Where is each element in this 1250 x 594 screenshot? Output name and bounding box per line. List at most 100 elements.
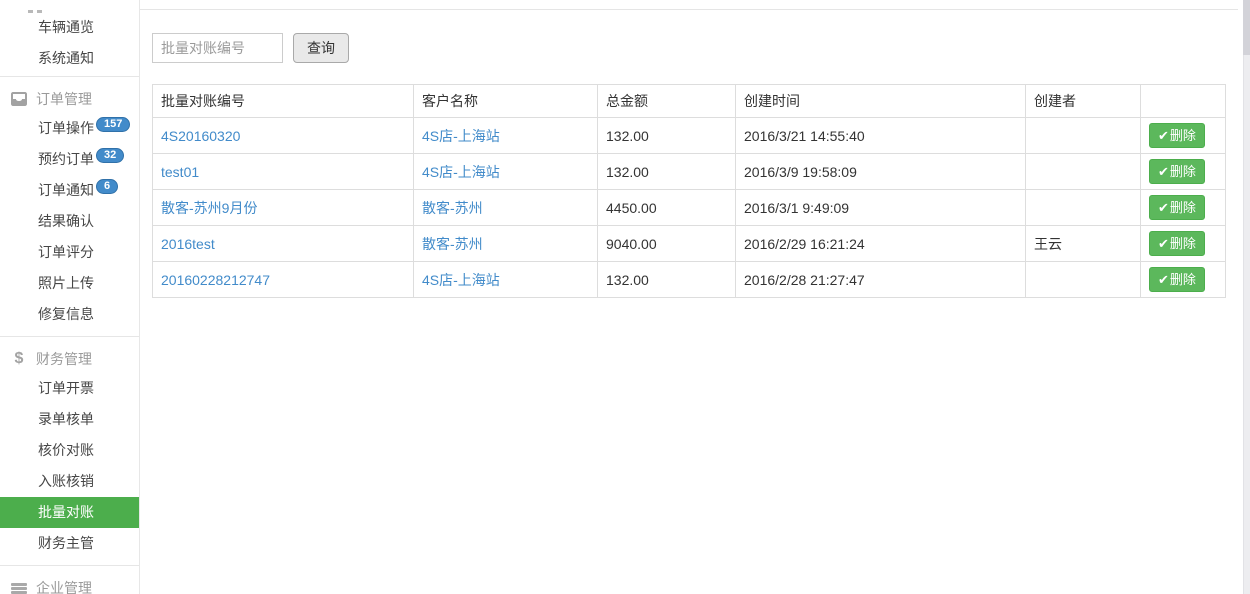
search-input[interactable]: [152, 33, 283, 63]
sidebar-item-order-score[interactable]: 订单评分: [0, 237, 139, 268]
created-cell: 2016/3/21 14:55:40: [736, 118, 1026, 154]
customer-link[interactable]: 4S店-上海站: [422, 164, 500, 180]
delete-button-label: 删除: [1170, 236, 1196, 251]
table-row: 4S20160320 4S店-上海站 132.00 2016/3/21 14:5…: [153, 118, 1226, 154]
sidebar-item-label: 录单核单: [38, 411, 94, 427]
sidebar-item-vehicle-overview[interactable]: 车辆通览: [0, 12, 139, 43]
col-header-amount: 总金额: [598, 85, 736, 118]
customer-link[interactable]: 散客-苏州: [422, 236, 483, 252]
amount-cell: 4450.00: [598, 190, 736, 226]
creator-cell: 王云: [1026, 226, 1141, 262]
table-row: 20160228212747 4S店-上海站 132.00 2016/2/28 …: [153, 262, 1226, 298]
sidebar-item-batch-reconcile-active[interactable]: 批量对账: [0, 497, 139, 528]
vertical-scrollbar[interactable]: [1243, 0, 1250, 594]
table-row: test01 4S店-上海站 132.00 2016/3/9 19:58:09 …: [153, 154, 1226, 190]
amount-cell: 132.00: [598, 262, 736, 298]
sidebar-item-label: 结果确认: [38, 213, 94, 229]
check-icon: ✔: [1158, 200, 1169, 215]
page: 车辆通览 系统通知 订单管理 订单操作157 预约订单32 订单通知6 结果确认…: [0, 0, 1250, 594]
sidebar-item-label: 预约订单: [38, 151, 94, 167]
count-badge: 157: [96, 117, 130, 132]
batch-code-link[interactable]: 散客-苏州9月份: [161, 200, 257, 216]
query-button[interactable]: 查询: [293, 33, 349, 63]
sidebar-divider: [0, 76, 139, 77]
batch-code-link[interactable]: 4S20160320: [161, 128, 240, 144]
amount-cell: 132.00: [598, 154, 736, 190]
creator-cell: [1026, 190, 1141, 226]
sidebar-item-price-reconcile[interactable]: 核价对账: [0, 435, 139, 466]
check-icon: ✔: [1158, 272, 1169, 287]
count-badge: 32: [96, 148, 124, 163]
col-header-creator: 创建者: [1026, 85, 1141, 118]
dollar-icon: $: [10, 350, 28, 368]
sidebar-item-order-notice[interactable]: 订单通知6: [0, 175, 139, 206]
count-badge: 6: [96, 179, 118, 194]
sidebar-section-label: 企业管理: [36, 578, 92, 594]
created-cell: 2016/3/9 19:58:09: [736, 154, 1026, 190]
delete-button-label: 删除: [1170, 128, 1196, 143]
sidebar-item-label: 入账核销: [38, 473, 94, 489]
sidebar-item-label: 修复信息: [38, 306, 94, 322]
creator-cell: [1026, 154, 1141, 190]
sidebar-item-label: 照片上传: [38, 275, 94, 291]
sidebar-divider: [0, 336, 139, 337]
col-header-batch-code: 批量对账编号: [153, 85, 414, 118]
delete-button[interactable]: ✔删除: [1149, 231, 1205, 256]
inbox-icon: [10, 92, 28, 106]
delete-button-label: 删除: [1170, 200, 1196, 215]
delete-button[interactable]: ✔删除: [1149, 195, 1205, 220]
sidebar-section-label: 订单管理: [36, 89, 92, 109]
server-icon: [10, 582, 28, 594]
sidebar-item-order-operate[interactable]: 订单操作157: [0, 113, 139, 144]
sidebar-item-label: 订单操作: [38, 120, 94, 136]
sidebar-item-label: 车辆通览: [38, 19, 94, 35]
sidebar-item-result-confirm[interactable]: 结果确认: [0, 206, 139, 237]
created-cell: 2016/2/28 21:27:47: [736, 262, 1026, 298]
check-icon: ✔: [1158, 236, 1169, 251]
sidebar-item-repair-info[interactable]: 修复信息: [0, 299, 139, 330]
created-cell: 2016/2/29 16:21:24: [736, 226, 1026, 262]
check-icon: ✔: [1158, 128, 1169, 143]
delete-button-label: 删除: [1170, 164, 1196, 179]
sidebar-item-label: 核价对账: [38, 442, 94, 458]
table-row: 散客-苏州9月份 散客-苏州 4450.00 2016/3/1 9:49:09 …: [153, 190, 1226, 226]
sidebar: 车辆通览 系统通知 订单管理 订单操作157 预约订单32 订单通知6 结果确认…: [0, 0, 140, 594]
batch-code-link[interactable]: test01: [161, 164, 199, 180]
sidebar-item-account-writeoff[interactable]: 入账核销: [0, 466, 139, 497]
sidebar-item-label: 订单开票: [38, 380, 94, 396]
amount-cell: 132.00: [598, 118, 736, 154]
delete-button[interactable]: ✔删除: [1149, 267, 1205, 292]
created-cell: 2016/3/1 9:49:09: [736, 190, 1026, 226]
delete-button[interactable]: ✔删除: [1149, 159, 1205, 184]
batch-code-link[interactable]: 20160228212747: [161, 272, 270, 288]
sidebar-item-reserve-order[interactable]: 预约订单32: [0, 144, 139, 175]
clipped-icon: [0, 0, 139, 4]
customer-link[interactable]: 4S店-上海站: [422, 128, 500, 144]
sidebar-item-photo-upload[interactable]: 照片上传: [0, 268, 139, 299]
sidebar-item-order-invoice[interactable]: 订单开票: [0, 373, 139, 404]
sidebar-section-enterprise-mgmt[interactable]: 企业管理: [0, 578, 139, 594]
customer-link[interactable]: 4S店-上海站: [422, 272, 500, 288]
sidebar-item-finance-director[interactable]: 财务主管: [0, 528, 139, 559]
customer-link[interactable]: 散客-苏州: [422, 200, 483, 216]
sidebar-item-label: 批量对账: [38, 504, 94, 520]
sidebar-item-label: 订单评分: [38, 244, 94, 260]
sidebar-section-finance-mgmt[interactable]: $ 财务管理: [0, 349, 139, 369]
sidebar-item-label: 系统通知: [38, 50, 94, 66]
creator-cell: [1026, 118, 1141, 154]
creator-cell: [1026, 262, 1141, 298]
sidebar-divider: [0, 565, 139, 566]
delete-button-label: 删除: [1170, 272, 1196, 287]
sidebar-item-system-notice[interactable]: 系统通知: [0, 43, 139, 74]
sidebar-item-entry-check[interactable]: 录单核单: [0, 404, 139, 435]
sidebar-section-order-mgmt[interactable]: 订单管理: [0, 89, 139, 109]
amount-cell: 9040.00: [598, 226, 736, 262]
sidebar-section-label: 财务管理: [36, 349, 92, 369]
delete-button[interactable]: ✔删除: [1149, 123, 1205, 148]
batch-code-link[interactable]: 2016test: [161, 236, 215, 252]
scrollbar-thumb[interactable]: [1243, 0, 1250, 55]
sidebar-item-label: 财务主管: [38, 535, 94, 551]
sidebar-item-label: 订单通知: [38, 182, 94, 198]
reconcile-table: 批量对账编号 客户名称 总金额 创建时间 创建者 4S20160320 4S店-…: [152, 84, 1226, 298]
col-header-created: 创建时间: [736, 85, 1026, 118]
